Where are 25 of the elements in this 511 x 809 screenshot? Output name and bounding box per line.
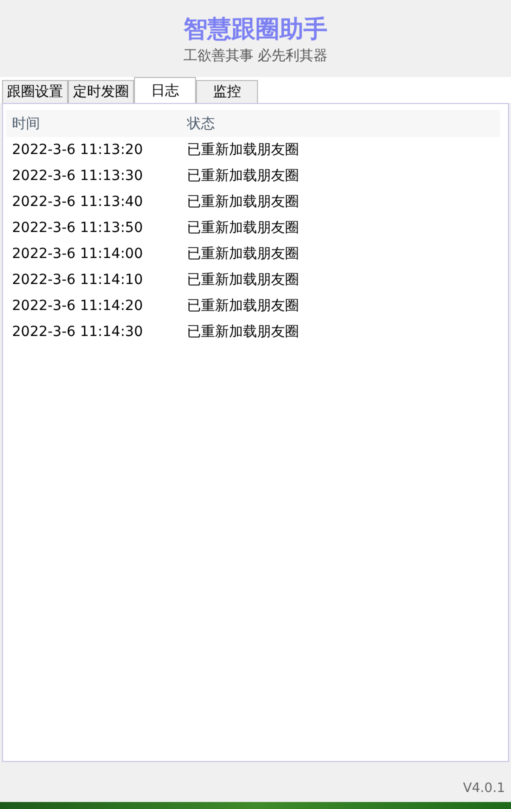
table-cell-text: 2022-3-6 11:13:50 — [11, 220, 144, 236]
tab[interactable]: 跟圈设置 — [2, 80, 68, 103]
app-slogan: 工欲善其事 必先利其器 — [183, 46, 328, 64]
column-header: 时间 — [11, 114, 41, 132]
table-cell: 已重新加载朋友圈 — [187, 167, 299, 185]
version-label: V4.0.1 — [463, 781, 505, 796]
table-cell: 已重新加载朋友圈 — [187, 297, 299, 315]
table-cell-text: 2022-3-6 11:13:20 — [11, 142, 144, 158]
tab[interactable]: 日志 — [134, 77, 196, 103]
table-cell: 已重新加载朋友圈 — [187, 219, 299, 237]
table-cell-text: 2022-3-6 11:14:20 — [11, 298, 144, 314]
table-cell: 已重新加载朋友圈 — [187, 141, 299, 159]
table-cell-text: 2022-3-6 11:14:10 — [11, 272, 144, 288]
table-cell-text: 2022-3-6 11:14:00 — [11, 246, 144, 262]
table-cell: 已重新加载朋友圈 — [187, 271, 299, 289]
tab[interactable]: 定时发圈 — [68, 80, 134, 103]
table-cell: 已重新加载朋友圈 — [187, 193, 299, 211]
table-cell: 已重新加载朋友圈 — [187, 323, 299, 341]
table-cell-text: 2022-3-6 11:14:30 — [11, 324, 144, 340]
table-cell: 已重新加载朋友圈 — [187, 245, 299, 263]
tab[interactable]: 监控 — [196, 80, 258, 103]
table-cell-text: 2022-3-6 11:13:40 — [11, 194, 144, 210]
column-header: 状态 — [187, 114, 215, 132]
table-cell-text: 2022-3-6 11:13:30 — [11, 168, 144, 184]
app-title: 智慧跟圈助手 — [184, 14, 328, 44]
